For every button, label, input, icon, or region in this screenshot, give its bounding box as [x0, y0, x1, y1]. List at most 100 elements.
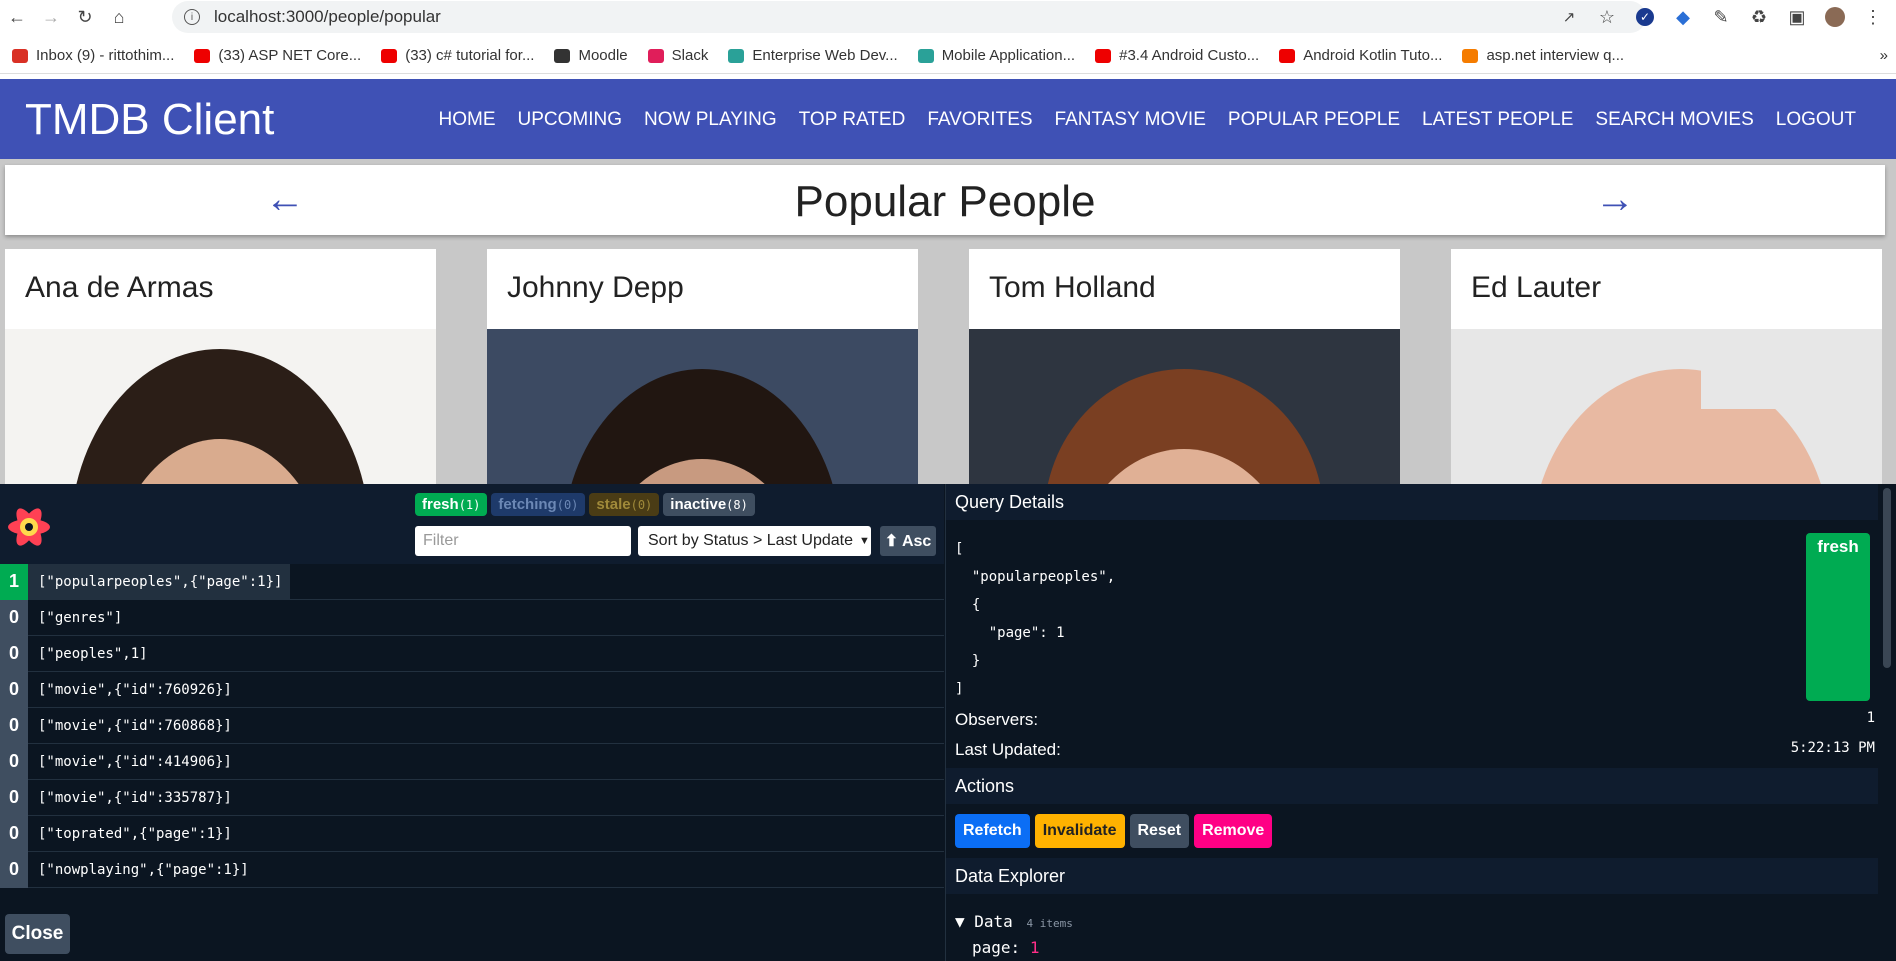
- query-row[interactable]: 0 ["toprated",{"page":1}]: [0, 815, 944, 852]
- bookmark-favicon-icon: [1095, 48, 1112, 63]
- query-observer-count: 0: [0, 743, 28, 780]
- status-filter-badge[interactable]: fresh(1): [415, 493, 488, 516]
- bookmark-item[interactable]: Inbox (9) - rittothim...: [12, 47, 174, 64]
- bookmark-favicon-icon: [381, 48, 398, 63]
- bookmark-item[interactable]: Moodle: [554, 47, 628, 64]
- bookmark-item[interactable]: (33) c# tutorial for...: [381, 47, 534, 64]
- query-details-heading: Query Details: [946, 484, 1878, 520]
- query-observer-count: 0: [0, 851, 28, 888]
- nav-item[interactable]: LOGOUT: [1776, 109, 1856, 131]
- puzzle-icon[interactable]: ♻: [1742, 0, 1776, 34]
- home-icon[interactable]: ⌂: [102, 0, 136, 34]
- share-icon[interactable]: ↗: [1552, 0, 1586, 34]
- bookmark-label: Moodle: [578, 47, 628, 64]
- extension-check-icon[interactable]: ✓: [1628, 0, 1662, 34]
- nav-item[interactable]: HOME: [439, 109, 496, 131]
- brand-title[interactable]: TMDB Client: [25, 95, 274, 145]
- reload-icon[interactable]: ↻: [68, 0, 102, 34]
- details-scrollbar[interactable]: [1881, 488, 1893, 958]
- nav-item[interactable]: FAVORITES: [927, 109, 1032, 131]
- bookmark-item[interactable]: Enterprise Web Dev...: [728, 47, 898, 64]
- sidebar-icon[interactable]: ▣: [1780, 0, 1814, 34]
- close-button[interactable]: Close: [5, 914, 70, 954]
- browser-actions: ↗ ☆ ✓ ◆ ✎ ♻ ▣ ⋮: [1552, 0, 1896, 34]
- nav-item[interactable]: FANTASY MOVIE: [1055, 109, 1206, 131]
- invalidate-button[interactable]: Invalidate: [1034, 814, 1125, 848]
- query-row[interactable]: 0 ["movie",{"id":414906}]: [0, 743, 944, 780]
- badge-count: (8): [726, 498, 748, 512]
- bookmark-label: Android Kotlin Tuto...: [1303, 47, 1443, 64]
- nav-item[interactable]: UPCOMING: [518, 109, 623, 131]
- badge-label: inactive: [670, 496, 727, 513]
- query-row[interactable]: 0 ["movie",{"id":335787}]: [0, 779, 944, 816]
- nav-item[interactable]: POPULAR PEOPLE: [1228, 109, 1400, 131]
- next-page-arrow-icon[interactable]: →: [1595, 177, 1635, 222]
- data-explorer-root[interactable]: ▼ Data 4 items: [955, 912, 1073, 931]
- forward-icon[interactable]: →: [34, 0, 68, 34]
- refetch-button[interactable]: Refetch: [955, 814, 1030, 848]
- extension-pen-icon[interactable]: ✎: [1704, 0, 1738, 34]
- query-key: ["movie",{"id":414906}]: [38, 753, 232, 770]
- bookmark-label: Mobile Application...: [941, 47, 1076, 64]
- bookmark-favicon-icon: [647, 48, 664, 63]
- person-name: Ana de Armas: [25, 271, 214, 304]
- bookmark-item[interactable]: #3.4 Android Custo...: [1095, 47, 1259, 64]
- person-name: Johnny Depp: [507, 271, 684, 304]
- last-updated-value: 5:22:13 PM: [1790, 740, 1875, 756]
- query-row[interactable]: 0 ["genres"]: [0, 599, 944, 636]
- bookmark-label: #3.4 Android Custo...: [1119, 47, 1260, 64]
- last-updated-label: Last Updated:: [955, 740, 1061, 759]
- bookmark-item[interactable]: Android Kotlin Tuto...: [1279, 47, 1442, 64]
- bookmark-item[interactable]: asp.net interview q...: [1462, 47, 1624, 64]
- react-query-logo-icon[interactable]: [6, 504, 52, 555]
- status-badge: fresh: [1806, 533, 1870, 701]
- query-row[interactable]: 1 ["popularpeoples",{"page":1}]: [0, 563, 944, 600]
- query-row[interactable]: 0 ["nowplaying",{"page":1}]: [0, 851, 944, 888]
- nav-item[interactable]: SEARCH MOVIES: [1595, 109, 1753, 131]
- query-row[interactable]: 0 ["movie",{"id":760926}]: [0, 671, 944, 708]
- site-info-icon[interactable]: i: [184, 9, 200, 25]
- observers-row: Observers: 1: [955, 710, 1875, 730]
- bookmark-label: Inbox (9) - rittothim...: [36, 47, 175, 64]
- avatar[interactable]: [1818, 0, 1852, 34]
- bookmark-item[interactable]: (33) ASP NET Core...: [194, 47, 361, 64]
- bookmark-label: Slack: [671, 47, 709, 64]
- reset-button[interactable]: Reset: [1129, 814, 1190, 848]
- nav-item[interactable]: TOP RATED: [799, 109, 906, 131]
- bookmark-favicon-icon: [1462, 48, 1479, 63]
- sort-select[interactable]: Sort by Status > Last Update ▼: [638, 526, 871, 556]
- chevron-down-icon: ▼: [859, 535, 870, 547]
- actions-bar: Refetch Invalidate Reset Remove: [955, 814, 1273, 848]
- bookmark-item[interactable]: Slack: [647, 47, 709, 64]
- query-key-json: [ "popularpeoples", { "page": 1 } ]: [955, 541, 1116, 697]
- react-query-devtools: fresh(1) fetching(0) stale(0) inactive(8) F…: [0, 484, 1896, 961]
- nav-item[interactable]: NOW PLAYING: [644, 109, 777, 131]
- extension-diamond-icon[interactable]: ◆: [1666, 0, 1700, 34]
- scroll-thumb[interactable]: [1883, 488, 1891, 668]
- query-observer-count: 0: [0, 671, 28, 708]
- badge-count: (1): [458, 498, 481, 512]
- url-text: localhost:3000/people/popular: [214, 7, 441, 26]
- bookmark-item[interactable]: Mobile Application...: [917, 47, 1076, 64]
- bookmarks-overflow-icon[interactable]: »: [1880, 47, 1888, 64]
- sort-direction-button[interactable]: ⬆ Asc: [880, 526, 936, 556]
- status-filter-badge[interactable]: inactive(8): [663, 493, 755, 516]
- query-list-panel: fresh(1) fetching(0) stale(0) inactive(8) F…: [0, 484, 944, 961]
- query-key: ["genres"]: [38, 609, 123, 626]
- back-icon[interactable]: ←: [0, 0, 34, 34]
- nav-item[interactable]: LATEST PEOPLE: [1422, 109, 1573, 131]
- person-name: Ed Lauter: [1471, 271, 1602, 304]
- filter-input[interactable]: Filter: [415, 526, 631, 556]
- menu-icon[interactable]: ⋮: [1856, 0, 1890, 34]
- star-icon[interactable]: ☆: [1590, 0, 1624, 34]
- query-key: ["movie",{"id":760926}]: [38, 681, 232, 698]
- remove-button[interactable]: Remove: [1194, 814, 1273, 848]
- query-row[interactable]: 0 ["peoples",1]: [0, 635, 944, 672]
- status-filter-badge[interactable]: stale(0): [589, 493, 660, 516]
- status-filter-badge[interactable]: fetching(0): [491, 493, 586, 516]
- query-observer-count: 1: [0, 563, 28, 600]
- address-bar[interactable]: i localhost:3000/people/popular: [172, 1, 1646, 33]
- last-updated-row: Last Updated: 5:22:13 PM: [955, 740, 1875, 760]
- bookmark-favicon-icon: [917, 48, 934, 63]
- query-row[interactable]: 0 ["movie",{"id":760868}]: [0, 707, 944, 744]
